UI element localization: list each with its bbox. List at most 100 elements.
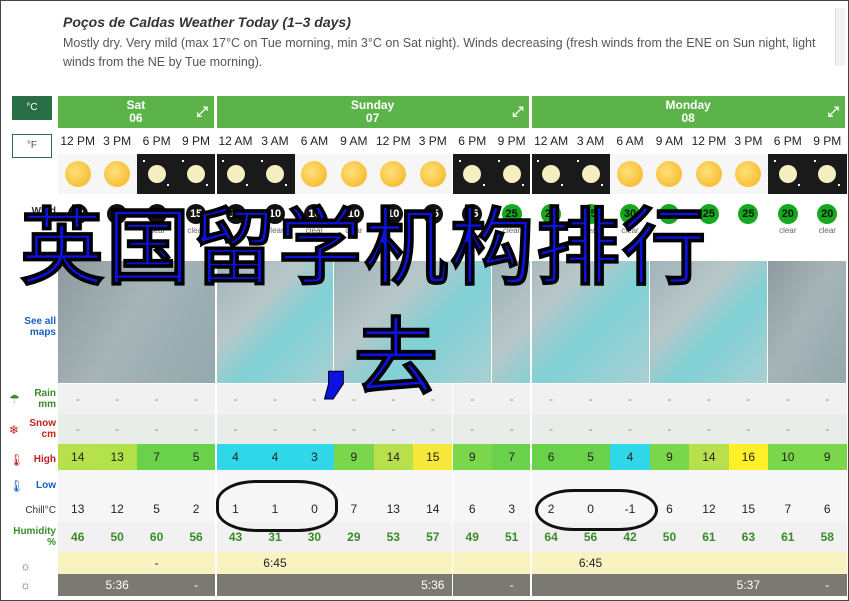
sunrise-cell xyxy=(531,552,571,574)
rain-cell: - xyxy=(491,384,532,414)
star-icon xyxy=(458,160,461,162)
time-cell: 12 PM xyxy=(375,134,411,148)
humidity-cell: 46 xyxy=(58,522,98,552)
expand-icon[interactable]: ⤢ xyxy=(197,104,208,118)
sunrise-cell xyxy=(610,552,650,574)
snow-row: -------------------- xyxy=(58,414,847,444)
sunrise-cell xyxy=(768,552,808,574)
day-header-monday[interactable]: Monday 08 ⤢ xyxy=(531,96,847,128)
snow-cell: - xyxy=(97,414,137,444)
day-separator xyxy=(214,96,217,596)
rain-cell: - xyxy=(649,384,690,414)
humidity-label: Humidity % xyxy=(13,526,56,548)
sun-icon xyxy=(617,161,644,187)
overlay-text-line1: 英国留学机构排行 xyxy=(19,199,709,297)
sun-icon xyxy=(695,161,722,187)
sunrise-cell xyxy=(491,552,532,574)
sunrise-cell xyxy=(689,552,729,574)
see-all-maps-link[interactable]: See all maps xyxy=(12,316,56,338)
snow-cell: - xyxy=(689,414,729,444)
low-temp-cell xyxy=(649,470,690,496)
high-temp-cell: 10 xyxy=(768,444,808,470)
day-sky-cell xyxy=(610,154,650,194)
high-temp-cell: 14 xyxy=(58,444,98,470)
low-temp-cell xyxy=(413,470,453,496)
header-scrollbar[interactable] xyxy=(835,8,845,66)
day-sky-cell xyxy=(413,154,453,194)
low-temp-row xyxy=(58,470,847,496)
sun-icon xyxy=(419,161,446,187)
day-sky-cell xyxy=(334,154,374,194)
time-cell: 9 AM xyxy=(340,134,368,148)
snow-cell: - xyxy=(452,414,492,444)
sunset-row: 5:36 - 5:36 - 5:37 - xyxy=(58,574,847,596)
high-temp-cell: 4 xyxy=(255,444,295,470)
high-temp-cell: 3 xyxy=(294,444,335,470)
time-cell: 12 AM xyxy=(534,134,569,148)
weather-map-thumbnail[interactable] xyxy=(768,261,847,383)
moon-icon xyxy=(502,165,521,183)
low-temp-cell xyxy=(807,470,847,496)
sunset-cell xyxy=(649,574,690,596)
rain-cell: - xyxy=(255,384,295,414)
expand-icon[interactable]: ⤢ xyxy=(828,104,839,118)
low-temp-cell xyxy=(97,470,137,496)
day-sky-cell xyxy=(58,154,98,194)
wind-cell: 20 clear xyxy=(808,196,847,244)
snow-cell: - xyxy=(531,414,571,444)
low-temp-cell xyxy=(176,470,216,496)
wind-chill-cell: 5 xyxy=(136,496,177,522)
page-title: Poços de Caldas Weather Today (1–3 days) xyxy=(63,14,351,30)
celsius-toggle[interactable]: °C xyxy=(12,96,52,120)
wind-chill-cell: 13 xyxy=(373,496,414,522)
expand-icon[interactable]: ⤢ xyxy=(512,104,523,118)
day-header-sunday[interactable]: Sunday 07 ⤢ xyxy=(215,96,532,128)
high-temp-cell: 9 xyxy=(807,444,847,470)
snow-cell: - xyxy=(136,414,177,444)
weather-widget: Poços de Caldas Weather Today (1–3 days)… xyxy=(0,0,849,601)
day-date: 06 xyxy=(129,111,143,125)
sunrise-cell xyxy=(728,552,769,574)
sunset-cell xyxy=(610,574,650,596)
star-icon xyxy=(245,184,248,186)
moon-icon xyxy=(147,165,166,183)
star-icon xyxy=(285,184,288,186)
rain-cell: - xyxy=(689,384,729,414)
wind-text: clear xyxy=(818,226,836,235)
humidity-cell: 57 xyxy=(413,522,453,552)
rain-cell: - xyxy=(610,384,650,414)
sun-icon xyxy=(380,161,407,187)
sunset-cell: - xyxy=(176,574,216,596)
hand-drawn-circle-sunday xyxy=(216,480,338,532)
snow-cell: - xyxy=(491,414,532,444)
night-sky-cell xyxy=(531,154,571,194)
day-header-sat[interactable]: Sat 06 ⤢ xyxy=(58,96,216,128)
moon-icon xyxy=(226,165,245,183)
time-cell: 3 PM xyxy=(103,134,132,148)
wind-cell: 25 xyxy=(729,196,768,244)
sunrise-cell xyxy=(413,552,453,574)
snow-cell: - xyxy=(570,414,611,444)
night-sky-cell xyxy=(570,154,611,194)
rain-cell: - xyxy=(807,384,847,414)
overlay-text-line2: ,去 xyxy=(320,309,440,407)
sunset-cell xyxy=(255,574,295,596)
high-temp-cell: 5 xyxy=(176,444,216,470)
thermometer-high-icon: 🌡 xyxy=(9,453,25,467)
fahrenheit-toggle[interactable]: °F xyxy=(12,134,52,158)
low-temp-cell xyxy=(491,470,532,496)
high-label: High xyxy=(33,454,56,465)
wind-chill-cell: 7 xyxy=(334,496,374,522)
snow-label: Snow cm xyxy=(29,418,56,440)
star-icon xyxy=(837,184,840,186)
wind-chill-cell: 6 xyxy=(807,496,847,522)
sunrise-cell: - xyxy=(136,552,177,574)
time-cell: 12 PM xyxy=(691,134,727,148)
sunset-cell xyxy=(373,574,414,596)
humidity-cell: 61 xyxy=(689,522,729,552)
humidity-cell: 61 xyxy=(768,522,808,552)
day-sky-cell xyxy=(689,154,729,194)
wind-chill-cell: 2 xyxy=(176,496,216,522)
sunrise-row: - 6:45 6:45 xyxy=(58,552,847,574)
rain-cell: - xyxy=(58,384,98,414)
